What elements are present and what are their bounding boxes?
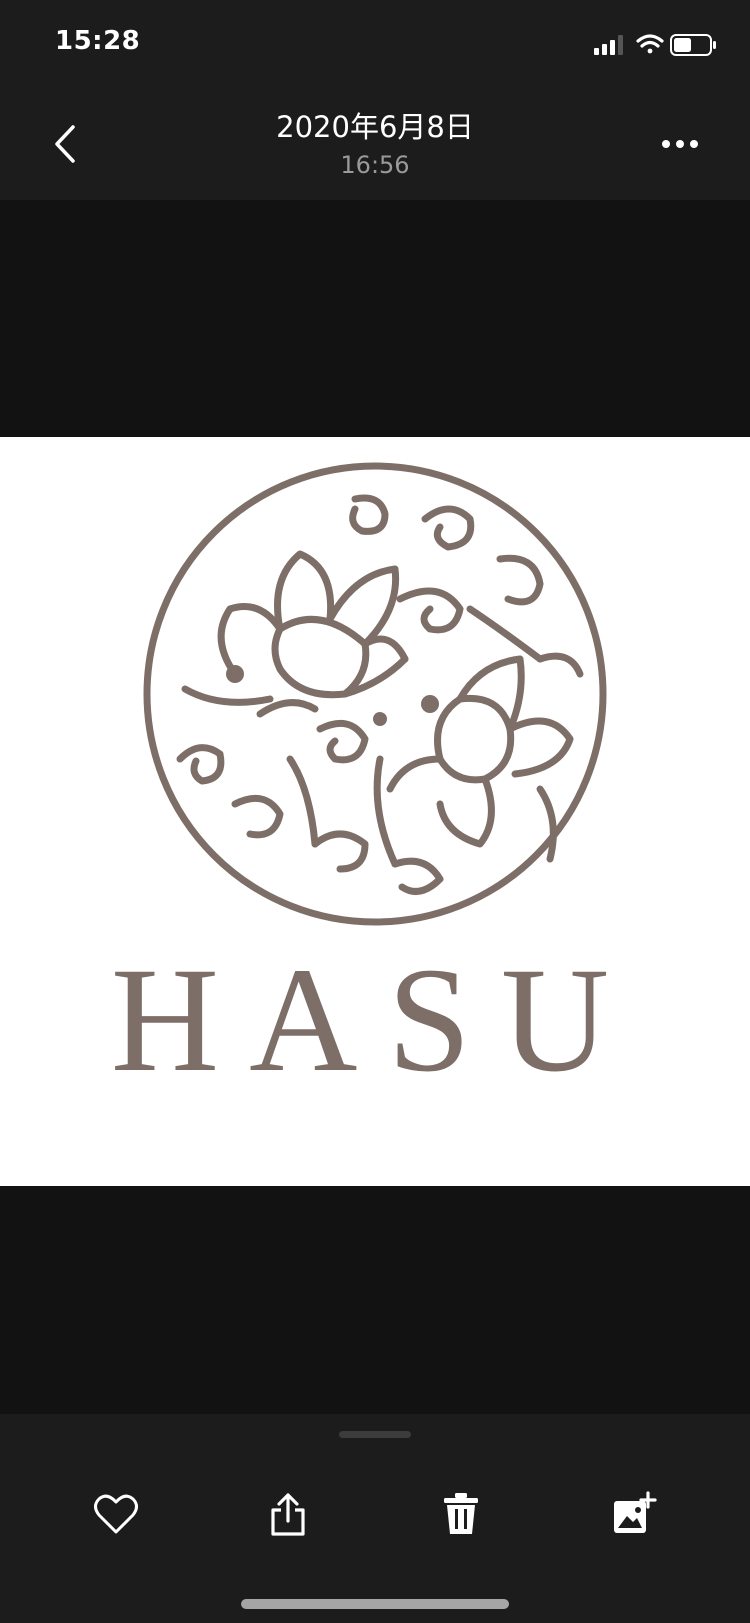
photo-viewer-screen: 15:28 2020年6月8日 16:56 HASU <box>0 0 750 1623</box>
trash-icon <box>444 1493 478 1534</box>
page-title: 2020年6月8日 <box>276 110 474 144</box>
cellular-signal-icon <box>594 35 623 55</box>
heart-icon <box>94 1494 138 1534</box>
share-button[interactable] <box>258 1484 318 1544</box>
add-to-album-button[interactable] <box>604 1484 664 1544</box>
delete-button[interactable] <box>431 1484 491 1544</box>
top-bar: 15:28 2020年6月8日 16:56 <box>0 0 750 200</box>
photo-image[interactable]: HASU <box>0 437 750 1186</box>
share-icon <box>271 1493 305 1536</box>
status-time: 15:28 <box>55 26 141 56</box>
more-options-button[interactable] <box>650 124 710 164</box>
home-indicator[interactable] <box>241 1599 509 1609</box>
favorite-button[interactable] <box>86 1484 146 1544</box>
status-icons <box>582 30 722 60</box>
add-photo-icon <box>614 1491 657 1533</box>
logo-wordmark: HASU <box>110 937 640 1103</box>
page-subtitle: 16:56 <box>340 151 410 179</box>
bottom-toolbar <box>0 1414 750 1623</box>
lotus-emblem-icon <box>143 462 607 926</box>
battery-icon <box>670 34 716 56</box>
ellipsis-icon <box>662 140 698 148</box>
wifi-icon <box>636 34 664 54</box>
drag-handle[interactable] <box>339 1431 411 1438</box>
